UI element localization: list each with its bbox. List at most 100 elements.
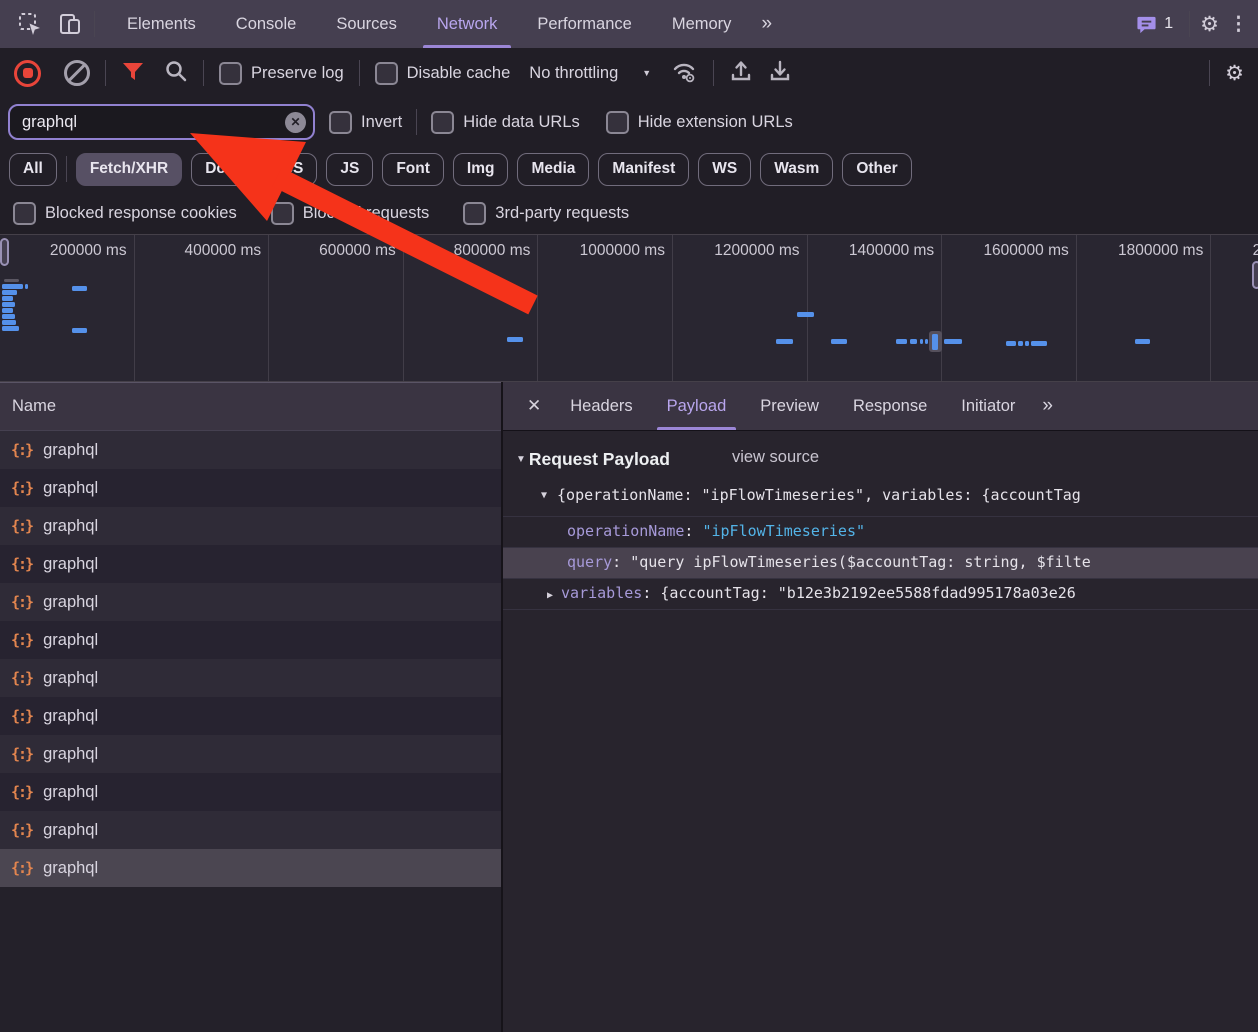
timeline-grid: 200000 ms400000 ms600000 ms800000 ms1000… xyxy=(0,235,1258,381)
payload-row-operationName[interactable]: operationName: "ipFlowTimeseries" xyxy=(503,516,1258,547)
divider xyxy=(66,156,67,182)
checkbox-label: 3rd-party requests xyxy=(495,204,629,223)
json-request-icon: {:} xyxy=(11,555,32,573)
third-party-requests-checkbox[interactable]: 3rd-party requests xyxy=(463,202,629,225)
checkbox-box[interactable] xyxy=(271,202,294,225)
extra-filters-row: Blocked response cookies Blocked request… xyxy=(0,192,1258,235)
hide-data-urls-checkbox[interactable]: Hide data URLs xyxy=(431,111,579,134)
filter-chip-doc[interactable]: Doc xyxy=(191,153,248,186)
kebab-menu-icon[interactable]: ⋮ xyxy=(1229,13,1248,36)
throttling-select[interactable]: No throttling ▼ xyxy=(525,64,655,83)
filter-chip-wasm[interactable]: Wasm xyxy=(760,153,833,186)
network-overview-timeline[interactable]: 200000 ms400000 ms600000 ms800000 ms1000… xyxy=(0,235,1258,382)
resource-type-filters: All Fetch/XHR Doc CSS JS Font ImgMedia Manifest… xyxy=(0,146,1258,192)
disable-cache-checkbox[interactable]: Disable cache xyxy=(375,62,511,85)
payload-preview-line[interactable]: ▼ {operationName: "ipFlowTimeseries", va… xyxy=(503,478,1258,516)
filter-chip-all[interactable]: All xyxy=(9,153,57,186)
detail-tab-response[interactable]: Response xyxy=(836,382,944,430)
checkbox-box[interactable] xyxy=(431,111,454,134)
timeline-bar-blue xyxy=(1135,339,1150,344)
detail-tab-preview[interactable]: Preview xyxy=(743,382,836,430)
filter-funnel-icon[interactable] xyxy=(121,60,145,87)
table-row[interactable]: {:}graphql xyxy=(0,811,501,849)
table-row[interactable]: {:}graphql xyxy=(0,431,501,469)
blocked-requests-checkbox[interactable]: Blocked requests xyxy=(271,202,430,225)
network-settings-gear-icon[interactable]: ⚙ xyxy=(1225,61,1244,86)
table-row[interactable]: {:}graphql xyxy=(0,507,501,545)
table-row[interactable]: {:}graphql xyxy=(0,849,501,887)
payload-row-query[interactable]: query: "query ipFlowTimeseries($accountT… xyxy=(503,547,1258,578)
device-toolbar-icon[interactable] xyxy=(50,0,90,48)
table-row[interactable]: {:}graphql xyxy=(0,621,501,659)
record-button[interactable] xyxy=(14,60,41,87)
detail-tab-payload[interactable]: Payload xyxy=(650,382,744,430)
issues-button[interactable]: 1 xyxy=(1130,14,1179,35)
payload-key: variables xyxy=(561,584,642,602)
tab-elements[interactable]: Elements xyxy=(107,0,216,48)
divider xyxy=(94,11,95,37)
filter-chip-ws[interactable]: WS xyxy=(698,153,751,186)
settings-gear-icon[interactable]: ⚙ xyxy=(1200,12,1219,37)
blocked-response-cookies-checkbox[interactable]: Blocked response cookies xyxy=(13,202,237,225)
checkbox-box[interactable] xyxy=(13,202,36,225)
more-detail-tabs-icon[interactable]: » xyxy=(1032,395,1062,417)
filter-chip-js[interactable]: JS xyxy=(326,153,373,186)
checkbox-box[interactable] xyxy=(606,111,629,134)
search-icon[interactable] xyxy=(164,59,188,88)
network-conditions-icon[interactable] xyxy=(670,59,698,88)
table-row[interactable]: {:}graphql xyxy=(0,735,501,773)
tab-performance[interactable]: Performance xyxy=(517,0,651,48)
hide-extension-urls-checkbox[interactable]: Hide extension URLs xyxy=(606,111,793,134)
filter-input[interactable] xyxy=(14,113,285,132)
filter-chip-other[interactable]: Other xyxy=(842,153,911,186)
tab-sources[interactable]: Sources xyxy=(316,0,417,48)
inspect-element-icon[interactable] xyxy=(10,0,50,48)
filter-chip-css[interactable]: CSS xyxy=(257,153,317,186)
timeline-cell: 600000 ms xyxy=(269,235,404,381)
close-details-button[interactable]: ✕ xyxy=(515,396,553,416)
table-row[interactable]: {:}graphql xyxy=(0,545,501,583)
payload-separator: : xyxy=(612,553,630,571)
table-row[interactable]: {:}graphql xyxy=(0,697,501,735)
detail-tab-headers[interactable]: Headers xyxy=(553,382,649,430)
filter-chip-media[interactable]: Media xyxy=(517,153,589,186)
import-har-icon[interactable] xyxy=(729,59,753,88)
checkbox-box[interactable] xyxy=(375,62,398,85)
export-har-icon[interactable] xyxy=(768,59,792,88)
request-payload-title[interactable]: ▼ Request Payload xyxy=(516,449,670,470)
tab-network[interactable]: Network xyxy=(417,0,518,48)
tab-memory[interactable]: Memory xyxy=(652,0,752,48)
preserve-log-checkbox[interactable]: Preserve log xyxy=(219,62,344,85)
clear-requests-icon[interactable] xyxy=(64,60,90,86)
clear-filter-icon[interactable]: ✕ xyxy=(285,112,306,133)
checkbox-box[interactable] xyxy=(219,62,242,85)
filter-chip-manifest[interactable]: Manifest xyxy=(598,153,689,186)
tabbar-right: 1 ⚙ ⋮ xyxy=(1130,11,1248,37)
json-request-icon: {:} xyxy=(11,631,32,649)
table-row[interactable]: {:}graphql xyxy=(0,469,501,507)
payload-value: {accountTag: "b12e3b2192ee5588fdad995178… xyxy=(660,584,1075,602)
table-row[interactable]: {:}graphql xyxy=(0,583,501,621)
tab-console[interactable]: Console xyxy=(216,0,317,48)
overview-right-handle[interactable] xyxy=(1252,261,1258,289)
collapse-triangle-icon: ▼ xyxy=(516,454,526,465)
name-column-header[interactable]: Name xyxy=(0,382,501,431)
payload-row-variables[interactable]: ▶variables: {accountTag: "b12e3b2192ee55… xyxy=(503,578,1258,610)
invert-checkbox[interactable]: Invert xyxy=(329,111,402,134)
expand-triangle-icon[interactable]: ▶ xyxy=(547,590,553,601)
overview-left-handle[interactable] xyxy=(0,238,9,266)
table-row[interactable]: {:}graphql xyxy=(0,659,501,697)
timeline-bar-blue xyxy=(72,286,87,291)
checkbox-box[interactable] xyxy=(463,202,486,225)
timeline-cell: 1400000 ms xyxy=(808,235,943,381)
detail-tab-initiator[interactable]: Initiator xyxy=(944,382,1032,430)
table-row[interactable]: {:}graphql xyxy=(0,773,501,811)
filter-chip-fetch-xhr[interactable]: Fetch/XHR xyxy=(76,153,182,186)
more-panels-icon[interactable]: » xyxy=(751,13,781,35)
view-source-link[interactable]: view source xyxy=(732,448,819,467)
timeline-cell: 800000 ms xyxy=(404,235,539,381)
checkbox-box[interactable] xyxy=(329,111,352,134)
filter-chip-img[interactable]: Img xyxy=(453,153,509,186)
timeline-tick-label: 1600000 ms xyxy=(983,242,1068,381)
filter-chip-font[interactable]: Font xyxy=(382,153,444,186)
